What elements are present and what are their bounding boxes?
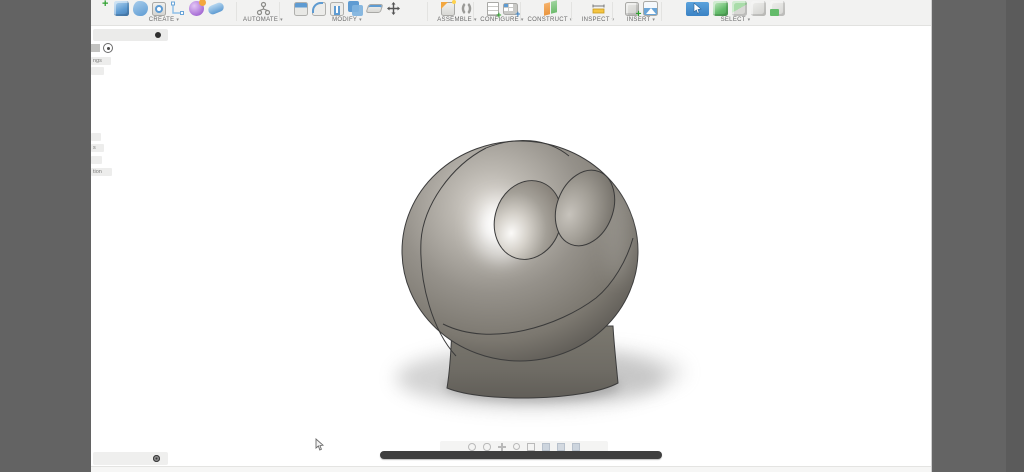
new-plus-icon[interactable] xyxy=(102,0,110,16)
gear-icon xyxy=(153,455,160,462)
measure-icon[interactable] xyxy=(591,1,606,16)
script-icon[interactable] xyxy=(256,1,271,16)
toolbar-group-select: SELECT ▾ xyxy=(661,0,803,25)
offset-plane-icon[interactable] xyxy=(543,1,558,16)
browser-item-fragment[interactable]: s xyxy=(91,144,104,152)
solid-box-icon[interactable] xyxy=(114,1,129,16)
offset-face-icon[interactable] xyxy=(365,4,383,13)
grid-icon[interactable] xyxy=(557,443,565,451)
fit-icon[interactable] xyxy=(527,443,535,451)
browser-item-fragment[interactable] xyxy=(91,156,102,164)
model-sphere-head xyxy=(396,139,685,408)
orbit-icon[interactable] xyxy=(468,443,476,451)
pan-icon[interactable] xyxy=(498,443,506,451)
video-scrubber-bar[interactable] xyxy=(380,451,662,459)
canvas-icon[interactable] xyxy=(642,1,658,16)
select-component-icon[interactable] xyxy=(770,1,785,16)
toolbar-group-modify: MODIFY ▾ xyxy=(279,0,408,25)
modify-menu[interactable]: MODIFY ▾ xyxy=(332,17,362,24)
joint-icon[interactable] xyxy=(459,1,474,16)
letterbox-left xyxy=(0,0,93,472)
select-face-icon[interactable] xyxy=(732,1,747,16)
select-cursor-icon[interactable] xyxy=(686,1,709,16)
inspect-menu[interactable]: INSPECT ▾ xyxy=(582,17,615,24)
toolbar-group-configure: CONFIGURE ▾ xyxy=(473,0,524,25)
press-pull-icon[interactable] xyxy=(293,1,308,16)
look-at-icon[interactable] xyxy=(483,443,491,451)
form-sphere-icon[interactable] xyxy=(189,0,206,16)
mouse-cursor xyxy=(315,438,326,456)
app-window: CREATE ▾ AUTOMATE ▾ xyxy=(91,0,931,472)
browser-item-fragment[interactable]: tion xyxy=(91,168,112,176)
fillet-icon[interactable] xyxy=(311,1,326,16)
zoom-icon[interactable] xyxy=(513,443,520,450)
configuration-table-icon[interactable] xyxy=(502,2,521,19)
browser-item-fragment[interactable] xyxy=(91,67,104,75)
automate-menu[interactable]: AUTOMATE ▾ xyxy=(243,17,283,24)
viewports-icon[interactable] xyxy=(572,443,580,451)
form-blob-icon[interactable] xyxy=(133,1,148,16)
select-edge-icon[interactable] xyxy=(751,1,766,16)
browser-item-fragment[interactable] xyxy=(91,133,101,141)
configuration-icon[interactable] xyxy=(486,1,502,20)
record-dot-icon xyxy=(155,32,161,38)
toolbar-group-automate: AUTOMATE ▾ xyxy=(236,0,283,25)
visibility-eye-icon[interactable] xyxy=(103,43,113,53)
shell-icon[interactable] xyxy=(329,1,344,16)
screen: CREATE ▾ AUTOMATE ▾ xyxy=(0,0,1024,472)
toolbar-group-create: CREATE ▾ xyxy=(91,0,237,25)
sketch-icon[interactable] xyxy=(170,1,185,16)
pipe-icon[interactable] xyxy=(206,1,226,16)
toolbar: CREATE ▾ AUTOMATE ▾ xyxy=(91,0,931,26)
toolbar-group-construct: CONSTRUCT ▾ xyxy=(520,0,573,25)
new-component-icon[interactable] xyxy=(440,0,456,16)
derive-icon[interactable] xyxy=(624,1,641,20)
letterbox-right xyxy=(931,0,1024,472)
display-settings-icon[interactable] xyxy=(542,443,550,451)
assemble-menu[interactable]: ASSEMBLE ▾ xyxy=(437,17,477,24)
timeline-strip xyxy=(91,466,931,472)
select-menu[interactable]: SELECT ▾ xyxy=(721,17,751,24)
hole-icon[interactable] xyxy=(152,1,166,16)
browser-mini-icon[interactable] xyxy=(91,44,100,52)
move-icon[interactable] xyxy=(386,1,401,16)
toolbar-group-insert: INSERT ▾ xyxy=(612,0,663,25)
select-body-icon[interactable] xyxy=(713,1,728,16)
browser-header-bar[interactable] xyxy=(93,29,168,41)
browser-item-fragment[interactable]: ngs xyxy=(91,57,111,65)
viewport-canvas[interactable] xyxy=(91,26,931,466)
construct-menu[interactable]: CONSTRUCT ▾ xyxy=(527,17,572,24)
timeline-chip[interactable] xyxy=(93,452,168,465)
create-menu[interactable]: CREATE ▾ xyxy=(149,17,179,24)
combine-icon[interactable] xyxy=(347,1,363,16)
